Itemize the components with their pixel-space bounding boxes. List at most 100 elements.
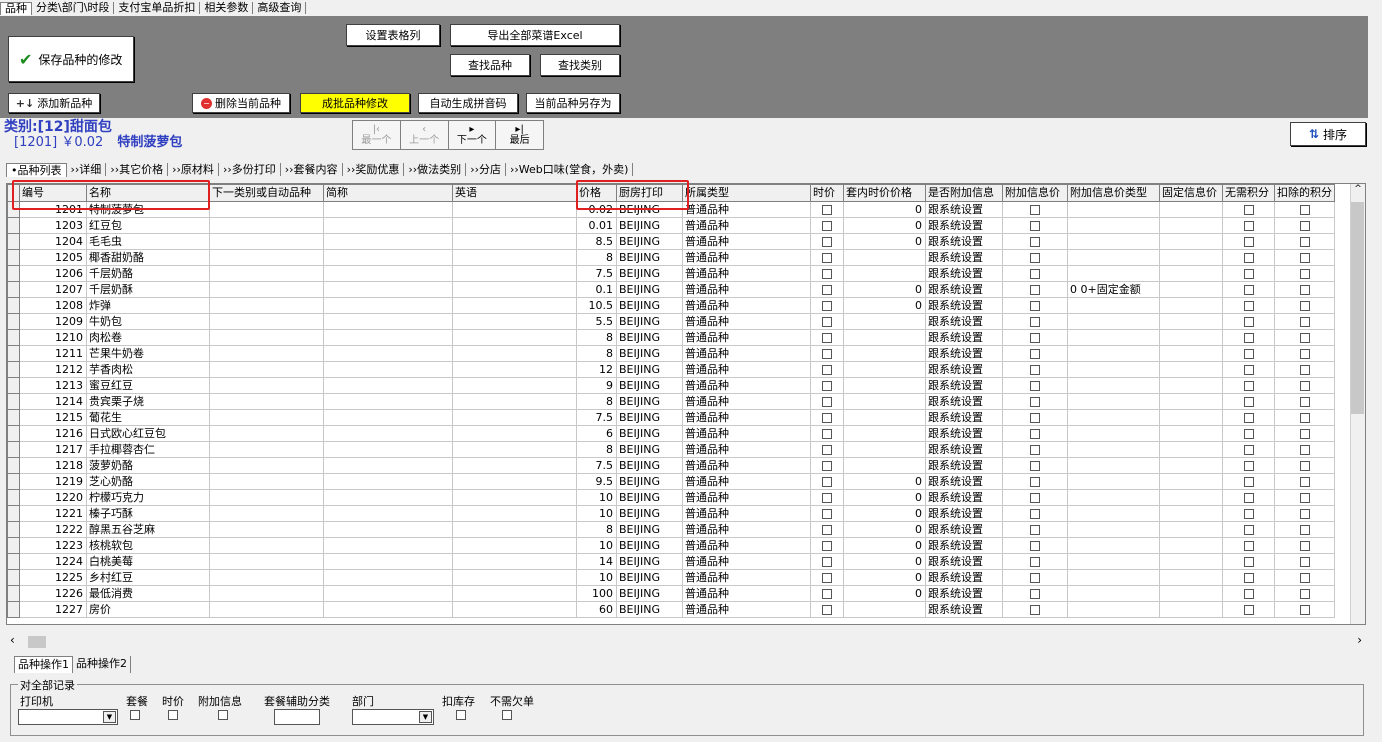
col-fixed-price[interactable]: 固定信息价 — [1159, 184, 1223, 202]
cell-package-time-price[interactable]: 0 — [843, 473, 926, 490]
checkbox[interactable] — [1299, 380, 1310, 391]
cell-has-extra[interactable] — [1002, 457, 1068, 474]
cell-package-time-price[interactable] — [843, 313, 926, 330]
cell-time-price[interactable] — [810, 393, 844, 410]
cell-type[interactable]: 普通品种 — [682, 217, 811, 234]
cell-name[interactable]: 炸弹 — [86, 297, 210, 314]
cell-no-points[interactable] — [1274, 441, 1335, 458]
tab-operation-1[interactable]: 品种操作1 — [14, 656, 73, 673]
cell-price[interactable]: 8 — [576, 393, 617, 410]
cell-code[interactable]: 1204 — [19, 233, 87, 250]
col-has-extra[interactable]: 是否附加信息 — [925, 184, 1003, 202]
cell-has-extra[interactable] — [1002, 409, 1068, 426]
time-price-checkbox[interactable] — [168, 710, 178, 720]
cell-short-name[interactable] — [323, 345, 453, 362]
cell-extra-price-type[interactable] — [1159, 313, 1223, 330]
top-tab-items[interactable]: 品种 — [0, 1, 32, 15]
cell-extra-price[interactable] — [1067, 313, 1160, 330]
cell-time-price[interactable] — [810, 569, 844, 586]
checkbox[interactable] — [822, 348, 832, 359]
find-item-button[interactable]: 查找品种 — [450, 54, 530, 76]
cell-short-name[interactable] — [323, 313, 453, 330]
cell-english[interactable] — [452, 217, 577, 234]
checkbox[interactable] — [1243, 604, 1254, 615]
cell-kitchen-print[interactable]: BEIJING — [616, 249, 683, 266]
cell-no-points[interactable] — [1274, 297, 1335, 314]
row-selector[interactable] — [7, 489, 20, 506]
cell-extra-price-type[interactable] — [1159, 201, 1223, 218]
cell-has-extra[interactable] — [1002, 441, 1068, 458]
tab-package[interactable]: ››套餐内容 — [281, 163, 343, 176]
checkbox[interactable] — [1299, 556, 1310, 567]
cell-name[interactable]: 菠萝奶酪 — [86, 457, 210, 474]
cell-kitchen-print[interactable]: BEIJING — [616, 345, 683, 362]
table-row[interactable]: 1203 红豆包 0.01 BEIJING 普通品种 0 跟系统设置 — [7, 217, 1335, 234]
cell-price[interactable]: 8 — [576, 345, 617, 362]
cell-name[interactable]: 芝心奶酪 — [86, 473, 210, 490]
checkbox[interactable] — [1243, 204, 1254, 215]
nav-next-button[interactable]: ▸ 下一个 — [449, 121, 497, 149]
cell-fixed-price[interactable] — [1222, 217, 1275, 234]
cell-english[interactable] — [452, 425, 577, 442]
cell-short-name[interactable] — [323, 377, 453, 394]
cell-type[interactable]: 普通品种 — [682, 553, 811, 570]
checkbox[interactable] — [1299, 540, 1310, 551]
checkbox[interactable] — [1030, 572, 1040, 583]
cell-fixed-price[interactable] — [1222, 441, 1275, 458]
cell-name[interactable]: 芒果牛奶卷 — [86, 345, 210, 362]
cell-english[interactable] — [452, 601, 577, 618]
cell-next-category[interactable] — [209, 281, 324, 298]
cell-package-time-price[interactable]: 0 — [843, 569, 926, 586]
checkbox[interactable] — [1030, 332, 1040, 343]
checkbox[interactable] — [1243, 540, 1254, 551]
cell-next-category[interactable] — [209, 297, 324, 314]
cell-code[interactable]: 1225 — [19, 569, 87, 586]
col-extra-price[interactable]: 附加信息价 — [1002, 184, 1068, 202]
checkbox[interactable] — [1030, 268, 1040, 279]
cell-name[interactable]: 牛奶包 — [86, 313, 210, 330]
checkbox[interactable] — [1030, 204, 1040, 215]
cell-english[interactable] — [452, 281, 577, 298]
cell-next-category[interactable] — [209, 265, 324, 282]
cell-english[interactable] — [452, 457, 577, 474]
cell-fixed-price[interactable] — [1222, 601, 1275, 618]
cell-fixed-price[interactable] — [1222, 265, 1275, 282]
cell-has-extra[interactable] — [1002, 489, 1068, 506]
checkbox[interactable] — [1243, 444, 1254, 455]
checkbox[interactable] — [1243, 348, 1254, 359]
cell-has-extra[interactable] — [1002, 233, 1068, 250]
cell-next-category[interactable] — [209, 569, 324, 586]
checkbox[interactable] — [1243, 268, 1254, 279]
cell-price[interactable]: 0.01 — [576, 217, 617, 234]
cell-no-points[interactable] — [1274, 233, 1335, 250]
batch-modify-button[interactable]: 成批品种修改 — [300, 93, 410, 113]
checkbox[interactable] — [822, 252, 832, 263]
cell-next-category[interactable] — [209, 521, 324, 538]
row-selector[interactable] — [7, 601, 20, 618]
checkbox[interactable] — [1243, 236, 1254, 247]
cell-name[interactable]: 肉松卷 — [86, 329, 210, 346]
row-selector[interactable] — [7, 265, 20, 282]
cell-code[interactable]: 1212 — [19, 361, 87, 378]
cell-kitchen-print[interactable]: BEIJING — [616, 457, 683, 474]
cell-name[interactable]: 蜜豆红豆 — [86, 377, 210, 394]
table-row[interactable]: 1205 椰香甜奶酪 8 BEIJING 普通品种 跟系统设置 — [7, 249, 1335, 266]
checkbox[interactable] — [1299, 572, 1310, 583]
cell-package-time-price[interactable]: 0 — [843, 553, 926, 570]
cell-price[interactable]: 8 — [576, 249, 617, 266]
cell-type[interactable]: 普通品种 — [682, 201, 811, 218]
cell-short-name[interactable] — [323, 281, 453, 298]
cell-time-price[interactable] — [810, 377, 844, 394]
cell-name[interactable]: 毛毛虫 — [86, 233, 210, 250]
cell-kitchen-print[interactable]: BEIJING — [616, 265, 683, 282]
checkbox[interactable] — [1299, 428, 1310, 439]
cell-short-name[interactable] — [323, 473, 453, 490]
vertical-scroll-thumb[interactable] — [1351, 202, 1364, 414]
cell-english[interactable] — [452, 537, 577, 554]
cell-next-category[interactable] — [209, 585, 324, 602]
cell-next-category[interactable] — [209, 601, 324, 618]
cell-time-price[interactable] — [810, 249, 844, 266]
cell-package-time-price[interactable] — [843, 441, 926, 458]
tab-rewards[interactable]: ››奖励优惠 — [343, 163, 405, 176]
nav-last-button[interactable]: ▸| 最后 — [496, 121, 543, 149]
